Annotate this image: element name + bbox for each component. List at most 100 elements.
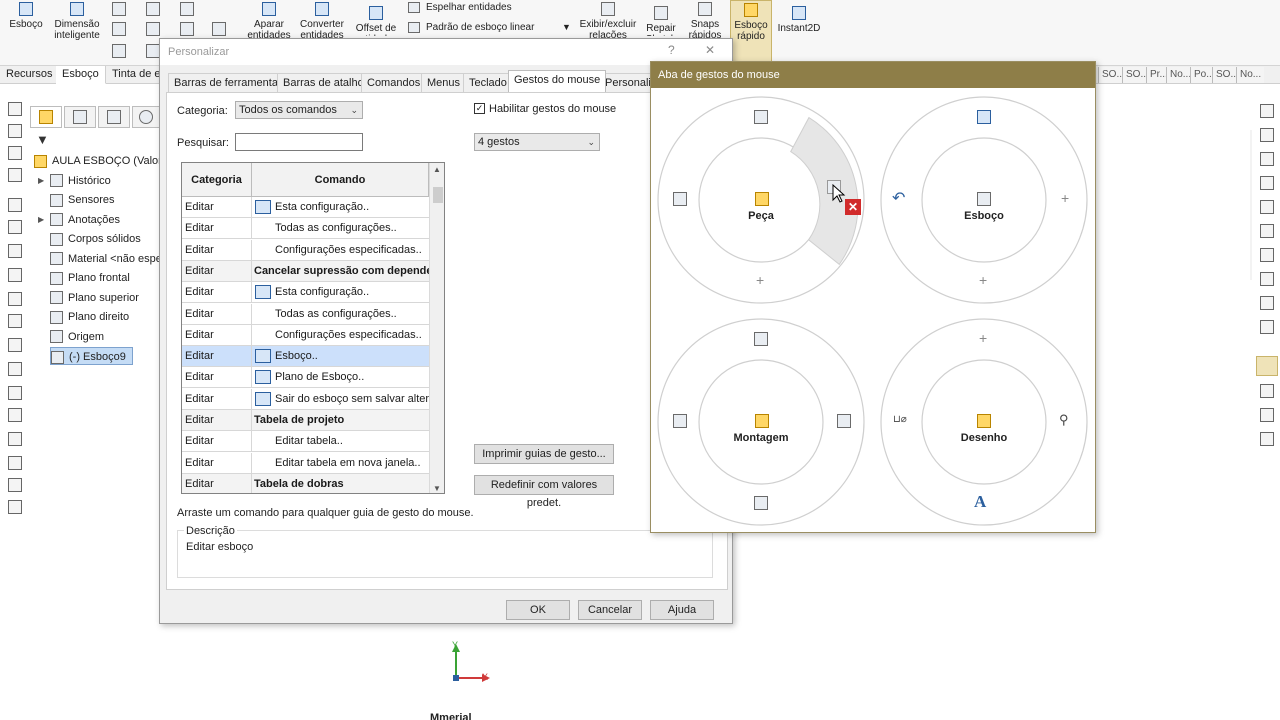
tab-barras-atalho[interactable]: Barras de atalho — [277, 73, 370, 93]
search-input[interactable] — [235, 133, 363, 151]
tool-icon-l13[interactable] — [8, 386, 22, 400]
tab-barras-ferramentas[interactable]: Barras de ferramentas — [168, 73, 290, 93]
tool-icon-l1[interactable] — [8, 102, 22, 116]
add-gesture-icon[interactable]: + — [979, 272, 987, 288]
gestures-count-select[interactable]: 4 gestos ⌄ — [474, 133, 600, 151]
filter-icon[interactable]: ▼ — [36, 132, 50, 147]
view-cube-icon[interactable] — [673, 192, 687, 206]
convert-button[interactable]: Converter entidades — [296, 2, 348, 41]
tab-teclado[interactable]: Teclado — [463, 73, 513, 93]
view-cube-icon[interactable] — [673, 414, 687, 428]
expand-icon[interactable]: ▶ — [38, 172, 44, 190]
table-row[interactable]: Editar Configurações especificadas.. — [182, 324, 429, 346]
view-cube-icon[interactable] — [754, 110, 768, 124]
scroll-up-icon[interactable]: ▲ — [433, 165, 441, 174]
close-button[interactable]: ✕ — [705, 43, 715, 57]
column-header-category[interactable]: Categoria — [182, 163, 252, 197]
save-icon[interactable] — [977, 110, 991, 124]
view-cube-icon[interactable] — [837, 414, 851, 428]
trim-button[interactable]: Aparar entidades — [244, 2, 294, 41]
help-button[interactable]: Ajuda — [650, 600, 714, 620]
tool-icon-r8[interactable] — [1260, 272, 1274, 286]
table-row[interactable]: Editar Editar tabela.. — [182, 431, 429, 453]
table-row[interactable]: Editar Tabela de dobras — [182, 473, 429, 493]
tool-icon-r9[interactable] — [1260, 296, 1274, 310]
tool-icon-l7[interactable] — [8, 244, 22, 258]
tool-icon-l4[interactable] — [8, 168, 22, 182]
feature-tree-tab-icon[interactable] — [30, 106, 62, 128]
table-row[interactable]: Editar Editar tabela em nova janela.. — [182, 452, 429, 474]
tool-icon-l16[interactable] — [8, 456, 22, 470]
table-row[interactable]: Editar Esboço.. — [182, 346, 429, 368]
offset-button[interactable]: Offset de entidades — [350, 6, 402, 36]
table-row[interactable]: Editar Todas as configurações.. — [182, 218, 429, 240]
tool-icon-l17[interactable] — [8, 478, 22, 492]
tool-icon-l6[interactable] — [8, 220, 22, 234]
polygon-icon[interactable] — [180, 22, 194, 36]
tool-icon-l9[interactable] — [8, 292, 22, 306]
display-relations-button[interactable]: Exibir/excluir relações — [578, 2, 638, 41]
help-title-button[interactable]: ? — [668, 43, 675, 57]
tab-recursos[interactable]: Recursos — [0, 66, 60, 84]
tool-icon-r4[interactable] — [1260, 176, 1274, 190]
property-manager-tab-icon[interactable] — [64, 106, 96, 128]
tree-item[interactable]: (-) Esboço9 — [50, 347, 133, 365]
text-icon[interactable] — [212, 22, 226, 36]
tree-item[interactable]: Plano direito — [50, 308, 129, 326]
tool-icon-l5[interactable] — [8, 198, 22, 212]
dimxpert-tab-icon[interactable] — [132, 106, 160, 128]
dimension-icon[interactable]: ⊔⌀ — [893, 414, 907, 425]
line-icon[interactable] — [112, 2, 126, 16]
tab-menus[interactable]: Menus — [421, 73, 467, 93]
tool-icon-r10[interactable] — [1260, 320, 1274, 334]
tab-esboco[interactable]: Esboço — [56, 66, 106, 84]
tab-gestos-mouse[interactable]: Gestos do mouse — [508, 70, 607, 92]
table-row[interactable]: Editar Tabela de projeto — [182, 410, 429, 431]
tree-item[interactable]: Sensores — [50, 191, 114, 209]
tree-item[interactable]: Material <não espe — [50, 250, 162, 268]
expand-icon[interactable]: ▶ — [38, 211, 44, 229]
print-guides-button[interactable]: Imprimir guias de gesto... — [474, 444, 614, 464]
tool-icon-r7[interactable] — [1260, 248, 1274, 262]
tool-icon-l11[interactable] — [8, 338, 22, 352]
table-row[interactable]: Editar Sair do esboço sem salvar alterac — [182, 388, 429, 410]
tool-icon-r13[interactable] — [1260, 432, 1274, 446]
repair-sketch-button[interactable]: Repair Sketch — [642, 6, 680, 36]
table-row[interactable]: Editar Plano de Esboço.. — [182, 367, 429, 389]
tool-icon-l18[interactable] — [8, 500, 22, 514]
note-icon[interactable]: A — [974, 492, 986, 512]
view-cube-icon[interactable] — [754, 332, 768, 346]
configuration-manager-tab-icon[interactable] — [98, 106, 130, 128]
undo-icon[interactable]: ↶ — [892, 188, 905, 208]
tree-item[interactable]: AULA ESBOÇO (Valor p — [34, 152, 171, 170]
tool-icon-l3[interactable] — [8, 146, 22, 160]
scroll-thumb[interactable] — [433, 187, 443, 203]
tool-icon-r3[interactable] — [1260, 152, 1274, 166]
tool-icon-l15[interactable] — [8, 432, 22, 446]
table-scrollbar[interactable]: ▲ ▼ — [429, 163, 444, 493]
category-select[interactable]: Todos os comandos ⌄ — [235, 101, 363, 119]
tool-icon-r2[interactable] — [1260, 128, 1274, 142]
quick-snaps-button[interactable]: Snaps rápidos — [684, 2, 726, 41]
tab-comandos[interactable]: Comandos — [361, 73, 427, 93]
tool-icon-l12[interactable] — [8, 362, 22, 376]
tool-icon-r6[interactable] — [1260, 224, 1274, 238]
table-row[interactable]: Editar Configurações especificadas.. — [182, 239, 429, 261]
ok-button[interactable]: OK — [506, 600, 570, 620]
tool-icon-r12[interactable] — [1260, 408, 1274, 422]
table-row[interactable]: EditarCancelar supressão com dependentes — [182, 260, 429, 282]
pattern-dropdown-icon[interactable]: ▼ — [562, 22, 571, 32]
tool-icon-l2[interactable] — [8, 124, 22, 138]
sketch-button[interactable]: Esboço — [4, 2, 48, 30]
rapid-sketch-button[interactable]: Esboço rápido — [730, 0, 772, 64]
add-gesture-icon[interactable]: + — [979, 330, 987, 346]
tool-icon-l8[interactable] — [8, 268, 22, 282]
arc-icon[interactable] — [146, 22, 160, 36]
remove-icon[interactable]: ✕ — [845, 199, 861, 215]
column-header-command[interactable]: Comando — [252, 163, 429, 197]
tool-icon-l10[interactable] — [8, 314, 22, 328]
cancel-button[interactable]: Cancelar — [578, 600, 642, 620]
tree-item[interactable]: Origem — [50, 328, 104, 346]
instant2d-button[interactable]: Instant2D — [776, 6, 822, 34]
table-row[interactable]: Editar Esta configuração.. — [182, 282, 429, 304]
